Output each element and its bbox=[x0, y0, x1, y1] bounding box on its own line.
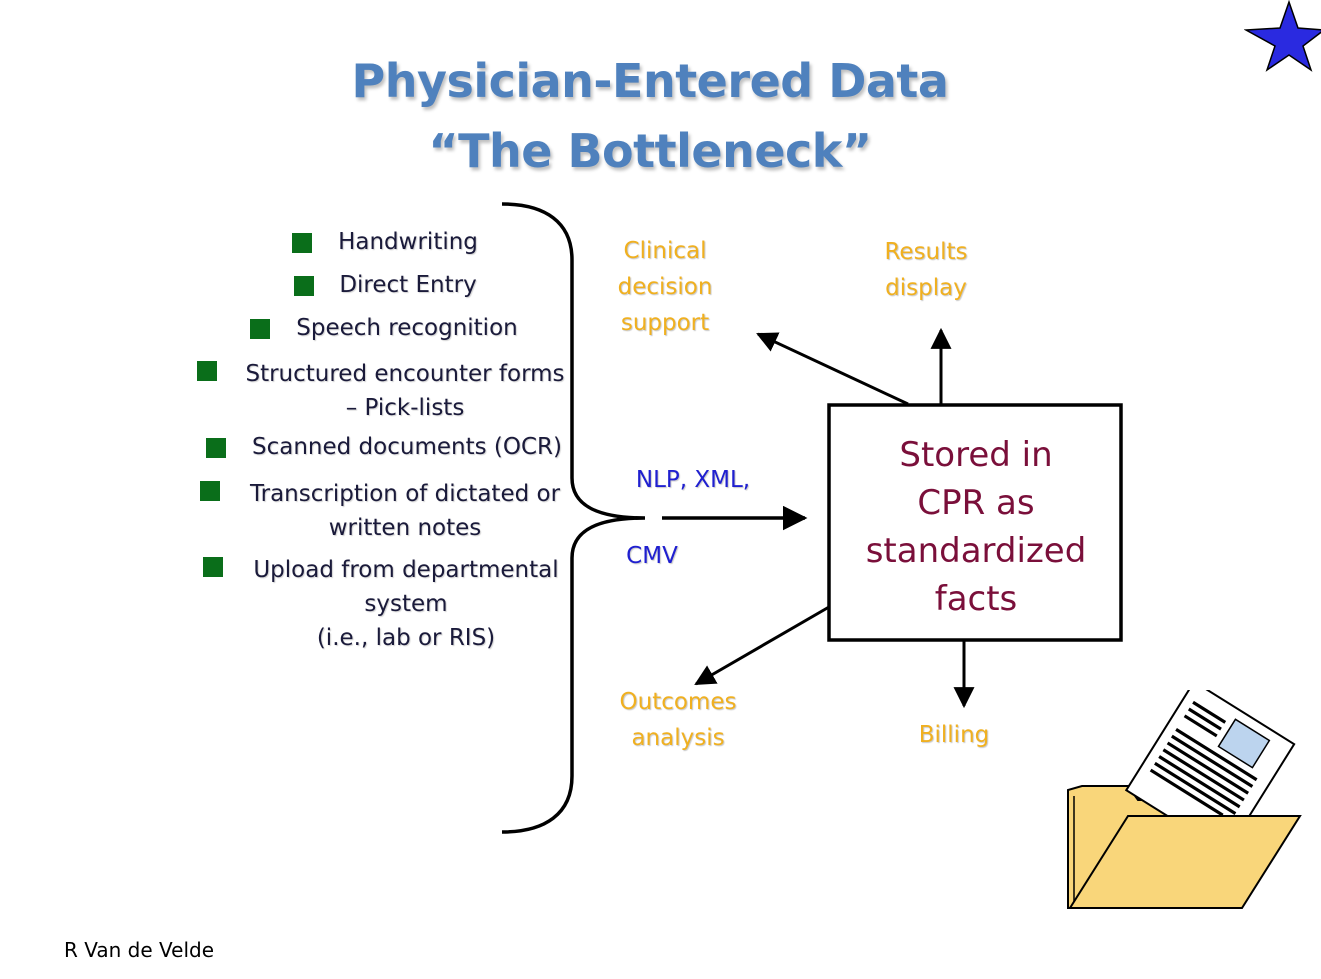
cpr-box-text: Stored in CPR as standardized facts bbox=[865, 435, 1087, 619]
arrow-outcomes bbox=[694, 605, 830, 686]
output-clinical-decision-support: Clinical decision support bbox=[617, 238, 713, 336]
author-credit: R Van de Velde bbox=[64, 938, 215, 962]
output-billing: Billing bbox=[918, 722, 990, 748]
flow-label-bottom: CMV bbox=[626, 543, 678, 569]
output-outcomes-analysis: Outcomes analysis bbox=[619, 689, 737, 751]
flow-label-top: NLP, XML, bbox=[635, 467, 751, 493]
slide: Physician-Entered Data “The Bottleneck” … bbox=[0, 0, 1321, 979]
folder-document-icon bbox=[1067, 690, 1302, 909]
output-results-display: Results display bbox=[884, 239, 968, 301]
arrow-clinical bbox=[756, 332, 909, 406]
